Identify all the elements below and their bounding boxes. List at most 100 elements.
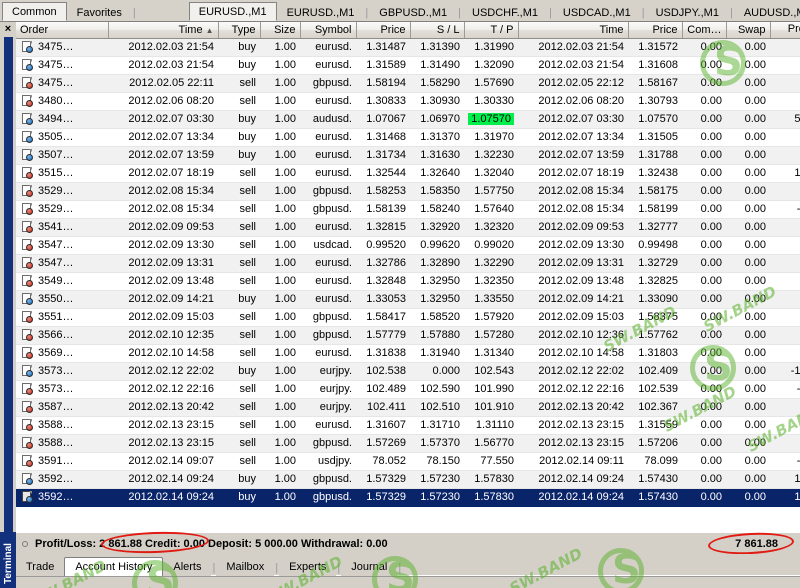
table-row[interactable]: 3569…2012.02.10 14:58sell1.00eurusd.1.31… — [16, 344, 800, 362]
cell-price: 1.31734 — [356, 146, 410, 164]
col-header-price-open[interactable]: Price — [356, 22, 410, 38]
terminal-tab-journal[interactable]: Journal — [341, 560, 397, 576]
col-header-price-close[interactable]: Price — [628, 22, 682, 38]
table-row[interactable]: 3494…2012.02.07 03:30buy1.00audusd.1.070… — [16, 110, 800, 128]
terminal-tab-alerts[interactable]: Alerts — [163, 560, 211, 576]
order-id: 3569… — [38, 347, 73, 359]
cell-swap: 0.00 — [726, 434, 770, 452]
table-row[interactable]: 3475…2012.02.03 21:54buy1.00eurusd.1.314… — [16, 38, 800, 56]
cell-com: 0.00 — [682, 200, 726, 218]
close-icon[interactable]: × — [0, 22, 16, 37]
order-cell-content: 3588… — [20, 437, 104, 449]
cell-size: 1.00 — [260, 128, 300, 146]
terminal-tab-experts[interactable]: Experts — [279, 560, 336, 576]
cell-com: 0.00 — [682, 452, 726, 470]
table-row[interactable]: 3591…2012.02.14 09:07sell1.00usdjpy.78.0… — [16, 452, 800, 470]
cell-swap: 0.00 — [726, 200, 770, 218]
col-header-commission[interactable]: Com… — [682, 22, 726, 38]
tab-favorites[interactable]: Favorites — [67, 4, 132, 21]
chart-tab-eurusd-m1-active[interactable]: EURUSD.,M1 — [189, 2, 277, 21]
table-row[interactable]: 3547…2012.02.09 13:31sell1.00eurusd.1.32… — [16, 254, 800, 272]
table-row[interactable]: 3573…2012.02.12 22:02buy1.00eurjpy.102.5… — [16, 362, 800, 380]
chart-tab-usdjpy-m1[interactable]: USDJPY.,M1 — [646, 4, 729, 21]
table-row[interactable]: 3507…2012.02.07 13:59buy1.00eurusd.1.317… — [16, 146, 800, 164]
cell-symbol: eurusd. — [300, 164, 356, 182]
col-header-swap[interactable]: Swap — [726, 22, 770, 38]
table-row[interactable]: 3566…2012.02.10 12:35sell1.00gbpusd.1.57… — [16, 326, 800, 344]
tab-common[interactable]: Common — [2, 2, 67, 21]
cell-com: 0.00 — [682, 254, 726, 272]
table-row-selected[interactable]: 3592…2012.02.14 09:24buy1.00gbpusd.1.573… — [16, 488, 800, 506]
cell-sl: 1.58290 — [410, 74, 464, 92]
terminal-bottom-bar: Trade Account History Alerts | Mailbox |… — [0, 554, 800, 588]
table-row[interactable]: 3592…2012.02.14 09:24buy1.00gbpusd.1.573… — [16, 470, 800, 488]
chart-tab-audusd-m1[interactable]: AUDUSD.,M1 — [734, 4, 800, 21]
table-row[interactable]: 3588…2012.02.13 23:15sell1.00eurusd.1.31… — [16, 416, 800, 434]
table-row[interactable]: 3551…2012.02.09 15:03sell1.00gbpusd.1.58… — [16, 308, 800, 326]
cell-sl: 78.150 — [410, 452, 464, 470]
chart-tab-usdchf-m1[interactable]: USDCHF.,M1 — [462, 4, 548, 21]
cell-order: 3475… — [16, 38, 108, 56]
col-header-take-profit[interactable]: T / P — [464, 22, 518, 38]
cell-com: 0.00 — [682, 164, 726, 182]
market-watch-tabs: Common Favorites | — [0, 0, 137, 21]
table-row[interactable]: 3480…2012.02.06 08:20sell1.00eurusd.1.30… — [16, 92, 800, 110]
cell-com: 0.00 — [682, 470, 726, 488]
table-row[interactable]: 3529…2012.02.08 15:34sell1.00gbpusd.1.58… — [16, 200, 800, 218]
table-row[interactable]: 3515…2012.02.07 18:19sell1.00eurusd.1.32… — [16, 164, 800, 182]
cell-size: 1.00 — [260, 164, 300, 182]
terminal-tab-bar: Trade Account History Alerts | Mailbox |… — [16, 556, 402, 576]
table-row[interactable]: 3588…2012.02.13 23:15sell1.00gbpusd.1.57… — [16, 434, 800, 452]
col-header-time-close[interactable]: Time — [518, 22, 628, 38]
table-row[interactable]: 3573…2012.02.12 22:16sell1.00eurjpy.102.… — [16, 380, 800, 398]
order-cell-content: 3505… — [20, 131, 104, 143]
cell-swap: 0.00 — [726, 380, 770, 398]
col-header-order[interactable]: Order — [16, 22, 108, 38]
cell-order: 3529… — [16, 200, 108, 218]
cell-symbol: eurjpy. — [300, 380, 356, 398]
col-header-stop-loss[interactable]: S / L — [410, 22, 464, 38]
chart-tab-eurusd-m1[interactable]: EURUSD.,M1 — [277, 4, 365, 21]
table-row[interactable]: 3587…2012.02.13 20:42sell1.00eurjpy.102.… — [16, 398, 800, 416]
account-history-grid[interactable]: Order Time▲ Type Size Symbol Price S / L… — [16, 22, 800, 532]
table-row[interactable]: 3541…2012.02.09 09:53sell1.00eurusd.1.32… — [16, 218, 800, 236]
table-row[interactable]: 3475…2012.02.03 21:54buy1.00eurusd.1.315… — [16, 56, 800, 74]
cell-type: sell — [218, 218, 260, 236]
table-row[interactable]: 3475…2012.02.05 22:11sell1.00gbpusd.1.58… — [16, 74, 800, 92]
table-row[interactable]: 3547…2012.02.09 13:30sell1.00usdcad.0.99… — [16, 236, 800, 254]
cell-order: 3566… — [16, 326, 108, 344]
cell-price: 1.33053 — [356, 290, 410, 308]
col-header-size[interactable]: Size — [260, 22, 300, 38]
order-cell-content: 3494… — [20, 113, 104, 125]
cell-swap: 0.00 — [726, 146, 770, 164]
terminal-tab-trade[interactable]: Trade — [16, 560, 64, 576]
table-row[interactable]: 3550…2012.02.09 14:21buy1.00eurusd.1.330… — [16, 290, 800, 308]
col-header-profit[interactable]: Profit ▲ — [770, 22, 800, 38]
cell-sl: 1.31710 — [410, 416, 464, 434]
summary-text: Profit/Loss: 2 861.88 Credit: 0.00 Depos… — [35, 538, 388, 550]
cell-cprice: 1.32729 — [628, 254, 682, 272]
cell-cprice: 0.99498 — [628, 236, 682, 254]
cell-tp: 1.57830 — [464, 488, 518, 506]
terminal-tab-account-history[interactable]: Account History — [64, 557, 163, 576]
cell-type: buy — [218, 488, 260, 506]
col-header-type[interactable]: Type — [218, 22, 260, 38]
col-header-time-open[interactable]: Time▲ — [108, 22, 218, 38]
col-header-symbol[interactable]: Symbol — [300, 22, 356, 38]
table-row[interactable]: 3549…2012.02.09 13:48sell1.00eurusd.1.32… — [16, 272, 800, 290]
chart-tab-usdcad-m1[interactable]: USDCAD.,M1 — [553, 4, 641, 21]
cell-symbol: eurusd. — [300, 218, 356, 236]
table-row[interactable]: 3505…2012.02.07 13:34buy1.00eurusd.1.314… — [16, 128, 800, 146]
sell-order-icon — [22, 95, 33, 107]
terminal-tab-mailbox[interactable]: Mailbox — [216, 560, 274, 576]
order-id: 3505… — [38, 131, 73, 143]
cell-profit: 23.00 — [770, 272, 800, 290]
terminal-vertical-label: Terminal — [0, 532, 16, 588]
cell-sl: 1.57370 — [410, 434, 464, 452]
table-row[interactable]: 3529…2012.02.08 15:34sell1.00gbpusd.1.58… — [16, 182, 800, 200]
top-tab-strip: Common Favorites | EURUSD.,M1 EURUSD.,M1… — [0, 0, 800, 22]
chart-tab-gbpusd-m1[interactable]: GBPUSD.,M1 — [369, 4, 457, 21]
cell-time: 2012.02.09 14:21 — [108, 290, 218, 308]
buy-order-icon — [22, 59, 33, 71]
cell-symbol: eurusd. — [300, 128, 356, 146]
